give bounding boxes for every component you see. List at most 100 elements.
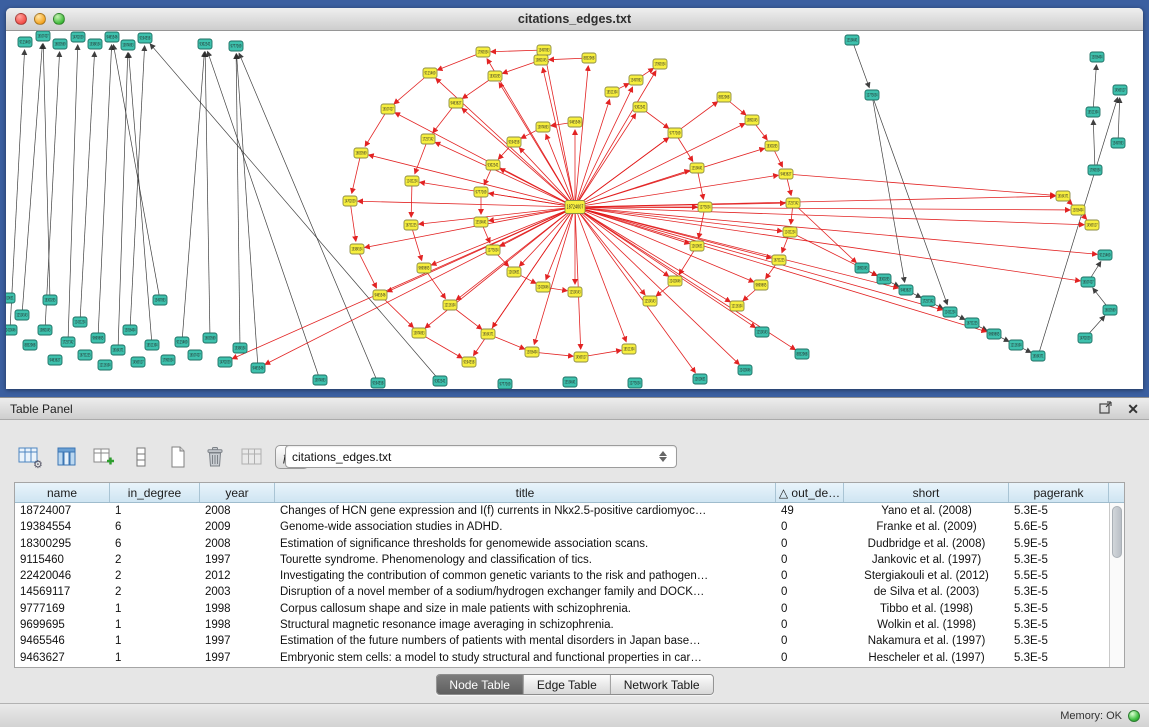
graph-node[interactable]: 9465546: [105, 32, 119, 42]
graph-node[interactable]: 9302341: [633, 102, 647, 112]
citation-edge-black[interactable]: [1118, 98, 1120, 143]
citation-edge-red[interactable]: [232, 207, 575, 359]
citation-edge-red[interactable]: [575, 207, 1080, 281]
citation-edge-red[interactable]: [519, 148, 575, 207]
graph-node[interactable]: 15056404: [1090, 52, 1104, 62]
column-header-out_de-[interactable]: △ out_de…: [776, 483, 844, 502]
citation-edge-black[interactable]: [113, 45, 160, 300]
graph-node[interactable]: 15497893: [1111, 138, 1125, 148]
graph-node[interactable]: 9777169: [229, 41, 243, 51]
graph-node[interactable]: 8852068: [23, 340, 37, 350]
graph-node[interactable]: 16107427: [188, 350, 202, 360]
graph-node[interactable]: 15056404: [525, 347, 539, 357]
graph-node[interactable]: 18300295: [877, 274, 891, 284]
graph-node[interactable]: 16731235: [78, 350, 92, 360]
table-vertical-scrollbar[interactable]: [1109, 503, 1124, 667]
citation-edge-black[interactable]: [68, 45, 78, 342]
graph-node[interactable]: 15497893: [537, 45, 551, 55]
graph-node[interactable]: 9463627: [779, 169, 793, 179]
citation-edge-black[interactable]: [43, 44, 50, 300]
table-row[interactable]: 1456911722003Disruption of a novel membe…: [15, 584, 1124, 600]
graph-node[interactable]: 9463627: [449, 98, 463, 108]
graph-node[interactable]: 8852068: [795, 349, 809, 359]
zoom-window-button[interactable]: [53, 13, 65, 25]
network-table-dropdown[interactable]: citations_edges.txt: [285, 445, 677, 468]
column-header-year[interactable]: year: [200, 483, 275, 502]
graph-node[interactable]: 9699695: [754, 280, 768, 290]
graph-node[interactable]: 9115460: [175, 337, 189, 347]
graph-node[interactable]: 9699695: [91, 333, 105, 343]
graph-node[interactable]: 10974893: [536, 122, 550, 132]
table-row[interactable]: 969969511998Structural magnetic resonanc…: [15, 617, 1124, 633]
graph-node[interactable]: 12610651: [693, 374, 707, 384]
graph-node[interactable]: 15497893: [629, 75, 643, 85]
memory-status-icon[interactable]: [1128, 710, 1140, 722]
graph-node[interactable]: 19384554: [88, 39, 102, 49]
graph-node[interactable]: 9777169: [498, 379, 512, 389]
graph-node[interactable]: 9465546: [373, 290, 387, 300]
graph-node[interactable]: 14569117: [574, 352, 588, 362]
graph-node[interactable]: 18300295: [43, 295, 57, 305]
tab-node-table[interactable]: Node Table: [436, 675, 523, 694]
create-column-icon[interactable]: [90, 443, 118, 471]
graph-node[interactable]: 15534641: [690, 163, 704, 173]
citation-edge-red[interactable]: [575, 114, 636, 207]
graph-node[interactable]: 17999354: [1088, 165, 1102, 175]
graph-node[interactable]: 9115460: [423, 68, 437, 78]
citation-edge-red[interactable]: [543, 68, 575, 207]
graph-node[interactable]: 9699695: [417, 263, 431, 273]
column-header-pagerank[interactable]: pagerank: [1009, 483, 1109, 502]
citation-edge-red[interactable]: [534, 207, 575, 344]
graph-node[interactable]: 17257342: [786, 198, 800, 208]
citation-edge-black[interactable]: [150, 44, 440, 381]
graph-node[interactable]: 9465546: [251, 363, 265, 373]
table-row[interactable]: 1830029562008Estimation of significance …: [15, 536, 1124, 552]
graph-node[interactable]: 16164371: [111, 345, 125, 355]
graph-node[interactable]: 18511304: [145, 340, 159, 350]
row-tools-icon[interactable]: [127, 443, 155, 471]
graph-node[interactable]: 10891045: [855, 263, 869, 273]
graph-node[interactable]: 12610651: [690, 241, 704, 251]
graph-node[interactable]: 12610651: [507, 267, 521, 277]
graph-node[interactable]: 12524543: [568, 287, 582, 297]
graph-node[interactable]: 15497893: [153, 295, 167, 305]
graph-node[interactable]: 22420046: [536, 282, 550, 292]
graph-node[interactable]: 9194558: [462, 357, 476, 367]
network-canvas[interactable]: 1872400794655461097489391945589302341977…: [6, 31, 1143, 389]
graph-node[interactable]: 9194558: [507, 137, 521, 147]
graph-node[interactable]: 9777169: [668, 128, 682, 138]
graph-node[interactable]: 10974893: [412, 328, 426, 338]
graph-node[interactable]: 16731235: [965, 318, 979, 328]
citation-edge-red[interactable]: [350, 201, 356, 241]
citation-edge-red[interactable]: [369, 155, 575, 207]
graph-node[interactable]: 9699695: [987, 329, 1001, 339]
table-row[interactable]: 946554611997Estimation of the future num…: [15, 633, 1124, 649]
graph-node[interactable]: 14569117: [1085, 220, 1099, 230]
table-row[interactable]: 911546021997Tourette syndrome. Phenomeno…: [15, 552, 1124, 568]
graph-node[interactable]: 9194558: [371, 378, 385, 388]
graph-node[interactable]: 10891045: [745, 115, 759, 125]
citation-edge-red[interactable]: [575, 87, 633, 207]
graph-node[interactable]: 9463627: [48, 355, 62, 365]
graph-node[interactable]: 22420046: [668, 276, 682, 286]
graph-node[interactable]: 9302341: [198, 39, 212, 49]
graph-node[interactable]: 12775034: [628, 378, 642, 388]
citation-edge-red[interactable]: [575, 207, 626, 342]
graph-node[interactable]: 16830569: [53, 39, 67, 49]
citation-edge-red[interactable]: [491, 50, 544, 52]
citation-edge-red[interactable]: [575, 207, 942, 310]
graph-node[interactable]: 12116104: [443, 300, 457, 310]
graph-node[interactable]: 17257342: [61, 337, 75, 347]
tab-edge-table[interactable]: Edge Table: [523, 675, 610, 694]
graph-node[interactable]: 9465546: [568, 117, 582, 127]
graph-node[interactable]: 17257342: [421, 134, 435, 144]
graph-node[interactable]: 16164371: [1056, 191, 1070, 201]
scrollbar-thumb[interactable]: [1112, 506, 1122, 558]
graph-node[interactable]: 15534641: [563, 377, 577, 387]
citation-edge-black[interactable]: [852, 40, 869, 87]
citation-edge-black[interactable]: [98, 45, 112, 338]
network-window[interactable]: citations_edges.txt 18724007946554610974…: [6, 8, 1143, 389]
import-table-icon[interactable]: [238, 443, 266, 471]
graph-node[interactable]: 9463627: [899, 285, 913, 295]
table-row[interactable]: 1938455462009Genome-wide association stu…: [15, 519, 1124, 535]
